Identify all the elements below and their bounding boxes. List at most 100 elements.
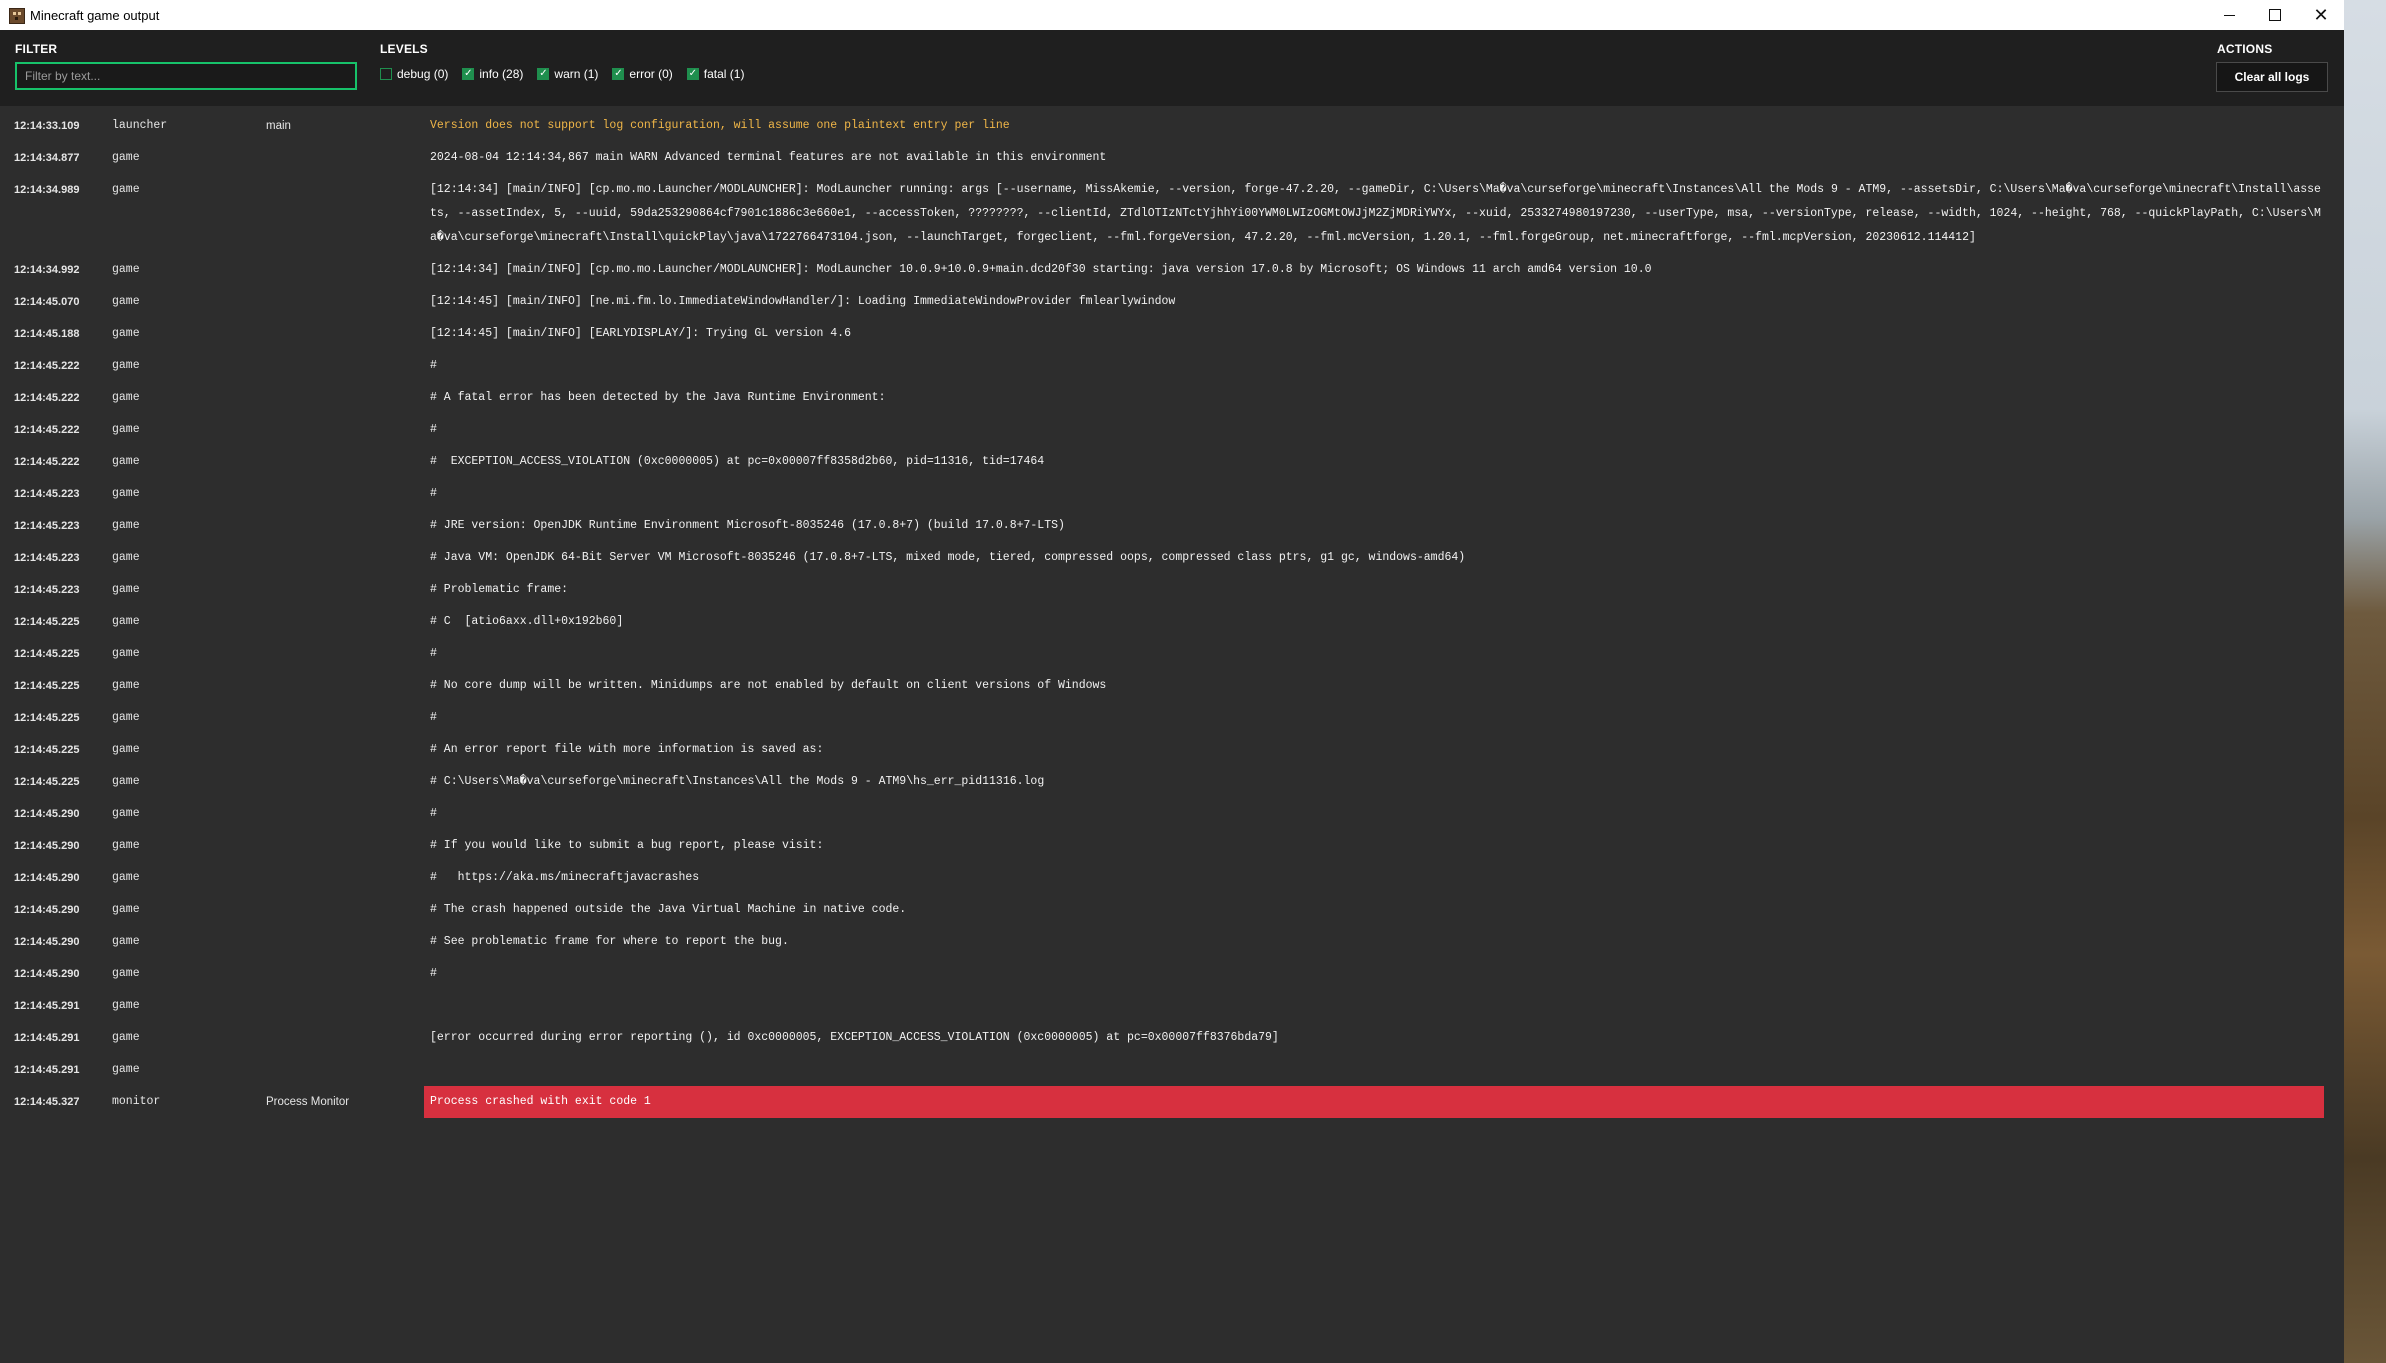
maximize-button[interactable]: [2252, 0, 2298, 30]
log-timestamp: 12:14:34.992: [14, 264, 80, 276]
log-message: #: [430, 647, 437, 660]
close-icon: ✕: [2313, 5, 2329, 25]
log-timestamp: 12:14:45.327: [14, 1096, 80, 1108]
log-row: 12:14:45.290 game # See problematic frame …: [0, 930, 2344, 962]
checkbox-debug[interactable]: [380, 68, 392, 80]
level-filters: debug (0) ✓ info (28) ✓ warn (1) ✓ error (0) ✓ f…: [380, 65, 758, 83]
log-message: # Problematic frame:: [430, 583, 569, 596]
log-thread: Process Monitor: [266, 1096, 350, 1108]
log-timestamp: 12:14:45.225: [14, 776, 80, 788]
log-source: game: [112, 775, 140, 788]
game-output-window: Minecraft game output ✕ FILTER LEVELS de…: [0, 0, 2344, 1363]
log-row: 12:14:45.290 game # If you would like to s…: [0, 834, 2344, 866]
checkbox-info[interactable]: ✓: [462, 68, 475, 80]
actions-label: ACTIONS: [2217, 42, 2273, 56]
log-row: 12:14:45.290 game # https://aka.ms/minecra…: [0, 866, 2344, 898]
log-message: [12:14:45] [main/INFO] [ne.mi.fm.lo.Imme…: [430, 295, 1176, 308]
minecraft-app-icon: [9, 8, 25, 24]
log-timestamp: 12:14:45.223: [14, 520, 80, 532]
log-source: game: [112, 1031, 140, 1044]
log-source: game: [112, 551, 140, 564]
log-timestamp: 12:14:33.109: [14, 120, 80, 132]
checkbox-fatal[interactable]: ✓: [686, 68, 699, 80]
log-timestamp: 12:14:45.290: [14, 808, 80, 820]
log-message: Version does not support log configurati…: [430, 119, 1010, 132]
level-label-debug: debug (0): [397, 67, 449, 81]
log-message: #: [430, 487, 437, 500]
log-timestamp: 12:14:45.291: [14, 1032, 80, 1044]
log-source: game: [112, 455, 140, 468]
log-row: 12:14:45.222 game # EXCEPTION_ACCESS_VIOLA…: [0, 450, 2344, 482]
log-message: # Java VM: OpenJDK 64-Bit Server VM Micr…: [430, 551, 1466, 564]
level-label-fatal: fatal (1): [703, 67, 745, 81]
log-row: 12:14:33.109 launcher main Version does not…: [0, 114, 2344, 146]
log-timestamp: 12:14:45.225: [14, 616, 80, 628]
log-message: 2024-08-04 12:14:34,867 main WARN Advanc…: [430, 151, 1107, 164]
log-timestamp: 12:14:45.291: [14, 1000, 80, 1012]
log-row: 12:14:45.223 game #: [0, 482, 2344, 514]
log-timestamp: 12:14:45.222: [14, 424, 80, 436]
minimize-button[interactable]: [2206, 0, 2252, 30]
checkbox-warn[interactable]: ✓: [537, 68, 550, 80]
filter-label: FILTER: [15, 42, 58, 56]
log-message: # EXCEPTION_ACCESS_VIOLATION (0xc0000005…: [430, 455, 1045, 468]
title-bar[interactable]: Minecraft game output ✕: [0, 0, 2344, 30]
log-row: 12:14:45.225 game # C:\Users\Ma�va\cursefo…: [0, 770, 2344, 802]
log-timestamp: 12:14:45.225: [14, 744, 80, 756]
log-message: # An error report file with more informa…: [430, 743, 824, 756]
level-filter-debug[interactable]: debug (0): [380, 65, 448, 83]
window-title: Minecraft game output: [30, 8, 160, 23]
level-filter-info[interactable]: ✓ info (28): [462, 65, 523, 83]
log-message: # C [atio6axx.dll+0x192b60]: [430, 615, 624, 628]
log-source: game: [112, 295, 140, 308]
clear-all-logs-button[interactable]: Clear all logs: [2216, 62, 2328, 92]
checkbox-error[interactable]: ✓: [612, 68, 625, 80]
log-source: game: [112, 519, 140, 532]
log-message: # If you would like to submit a bug repo…: [430, 839, 824, 852]
log-message: Process crashed with exit code 1: [424, 1086, 2324, 1118]
log-timestamp: 12:14:45.290: [14, 904, 80, 916]
log-message: # See problematic frame for where to rep…: [430, 935, 789, 948]
log-source: game: [112, 679, 140, 692]
log-timestamp: 12:14:45.291: [14, 1064, 80, 1076]
level-filter-warn[interactable]: ✓ warn (1): [537, 65, 598, 83]
log-timestamp: 12:14:45.223: [14, 488, 80, 500]
log-source: game: [112, 1063, 140, 1076]
log-source: game: [112, 615, 140, 628]
log-timestamp: 12:14:45.070: [14, 296, 80, 308]
log-timestamp: 12:14:45.290: [14, 840, 80, 852]
log-row: 12:14:45.290 game #: [0, 962, 2344, 994]
log-row: 12:14:45.225 game #: [0, 642, 2344, 674]
log-row: 12:14:45.070 game [12:14:45] [main/INFO] […: [0, 290, 2344, 322]
filter-input[interactable]: [15, 62, 357, 90]
log-row: 12:14:45.291 game [error occurred during e…: [0, 1026, 2344, 1058]
log-source: game: [112, 935, 140, 948]
log-list[interactable]: 12:14:33.109 launcher main Version does not…: [0, 106, 2344, 1363]
log-message: # C:\Users\Ma�va\curseforge\minecraft\In…: [430, 775, 1045, 788]
close-button[interactable]: ✕: [2298, 0, 2344, 30]
level-filter-error[interactable]: ✓ error (0): [612, 65, 673, 83]
log-row: 12:14:45.290 game # The crash happened out…: [0, 898, 2344, 930]
minimize-icon: [2223, 14, 2235, 16]
level-filter-fatal[interactable]: ✓ fatal (1): [686, 65, 745, 83]
log-source: game: [112, 711, 140, 724]
log-timestamp: 12:14:45.222: [14, 456, 80, 468]
log-thread: main: [266, 120, 291, 132]
log-row: 12:14:45.225 game # An error report file w…: [0, 738, 2344, 770]
toolbar: FILTER LEVELS debug (0) ✓ info (28) ✓ warn (…: [0, 30, 2344, 106]
log-source: game: [112, 183, 140, 196]
log-timestamp: 12:14:45.223: [14, 584, 80, 596]
log-row: 12:14:45.291 game: [0, 994, 2344, 1026]
log-message: #: [430, 359, 437, 372]
log-message: [12:14:34] [main/INFO] [cp.mo.mo.Launche…: [430, 183, 2321, 244]
log-message: #: [430, 711, 437, 724]
log-message: [error occurred during error reporting (…: [430, 1031, 1279, 1044]
log-source: game: [112, 327, 140, 340]
log-row: 12:14:34.989 game [12:14:34] [main/INFO] […: [0, 178, 2344, 258]
log-timestamp: 12:14:45.225: [14, 712, 80, 724]
log-message: # No core dump will be written. Minidump…: [430, 679, 1107, 692]
log-message: #: [430, 423, 437, 436]
log-source: game: [112, 839, 140, 852]
log-timestamp: 12:14:45.225: [14, 680, 80, 692]
log-row: 12:14:34.992 game [12:14:34] [main/INFO] […: [0, 258, 2344, 290]
